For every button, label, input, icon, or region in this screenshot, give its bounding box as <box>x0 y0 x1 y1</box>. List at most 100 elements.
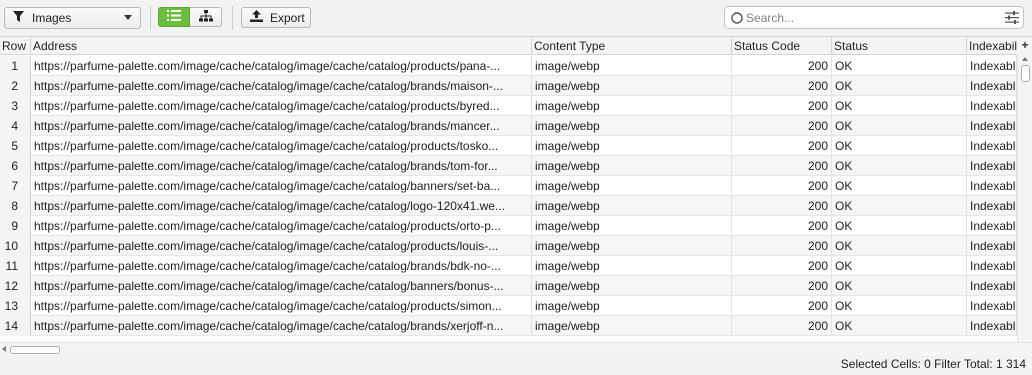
cell-address[interactable]: https://parfume-palette.com/image/cache/… <box>31 256 532 276</box>
cell-status[interactable]: OK <box>832 256 967 276</box>
table-row[interactable]: 12 https://parfume-palette.com/image/cach… <box>0 276 1017 296</box>
cell-status[interactable]: OK <box>832 196 967 216</box>
column-header-content-type[interactable]: Content Type <box>532 37 732 55</box>
table-row[interactable]: 11 https://parfume-palette.com/image/cach… <box>0 256 1017 276</box>
cell-content-type[interactable]: image/webp <box>532 256 732 276</box>
cell-status[interactable]: OK <box>832 216 967 236</box>
cell-content-type[interactable]: image/webp <box>532 216 732 236</box>
table-row[interactable]: 14 https://parfume-palette.com/image/cach… <box>0 316 1017 336</box>
export-button[interactable]: Export <box>241 7 311 28</box>
list-view-button[interactable] <box>158 7 190 27</box>
cell-status-code[interactable]: 200 <box>732 316 832 336</box>
table-row[interactable]: 9 https://parfume-palette.com/image/cache… <box>0 216 1017 236</box>
cell-status[interactable]: OK <box>832 96 967 116</box>
horizontal-scrollbar[interactable] <box>0 342 1032 356</box>
scroll-left-arrow-icon[interactable] <box>2 346 6 352</box>
cell-indexability[interactable]: Indexabl <box>967 56 1017 76</box>
cell-indexability[interactable]: Indexabl <box>967 136 1017 156</box>
cell-row-number[interactable]: 4 <box>0 116 31 136</box>
cell-row-number[interactable]: 3 <box>0 96 31 116</box>
cell-status[interactable]: OK <box>832 176 967 196</box>
cell-content-type[interactable]: image/webp <box>532 176 732 196</box>
cell-status-code[interactable]: 200 <box>732 136 832 156</box>
cell-row-number[interactable]: 10 <box>0 236 31 256</box>
cell-indexability[interactable]: Indexabl <box>967 116 1017 136</box>
cell-address[interactable]: https://parfume-palette.com/image/cache/… <box>31 116 532 136</box>
cell-row-number[interactable]: 13 <box>0 296 31 316</box>
table-row[interactable]: 1 https://parfume-palette.com/image/cache… <box>0 56 1017 76</box>
cell-address[interactable]: https://parfume-palette.com/image/cache/… <box>31 136 532 156</box>
column-header-indexability[interactable]: Indexabil <box>967 37 1017 55</box>
cell-indexability[interactable]: Indexabl <box>967 276 1017 296</box>
cell-address[interactable]: https://parfume-palette.com/image/cache/… <box>31 196 532 216</box>
cell-status-code[interactable]: 200 <box>732 56 832 76</box>
cell-content-type[interactable]: image/webp <box>532 236 732 256</box>
cell-indexability[interactable]: Indexabl <box>967 196 1017 216</box>
cell-status-code[interactable]: 200 <box>732 196 832 216</box>
cell-address[interactable]: https://parfume-palette.com/image/cache/… <box>31 236 532 256</box>
cell-address[interactable]: https://parfume-palette.com/image/cache/… <box>31 276 532 296</box>
cell-indexability[interactable]: Indexabl <box>967 176 1017 196</box>
column-header-row[interactable]: Row <box>0 37 31 55</box>
cell-status-code[interactable]: 200 <box>732 256 832 276</box>
search-settings-icon[interactable] <box>1005 11 1019 27</box>
cell-row-number[interactable]: 2 <box>0 76 31 96</box>
cell-address[interactable]: https://parfume-palette.com/image/cache/… <box>31 316 532 336</box>
cell-address[interactable]: https://parfume-palette.com/image/cache/… <box>31 156 532 176</box>
column-header-status[interactable]: Status <box>832 37 967 55</box>
search-box[interactable] <box>724 6 1024 29</box>
cell-address[interactable]: https://parfume-palette.com/image/cache/… <box>31 96 532 116</box>
cell-status-code[interactable]: 200 <box>732 176 832 196</box>
cell-address[interactable]: https://parfume-palette.com/image/cache/… <box>31 76 532 96</box>
column-header-address[interactable]: Address <box>31 37 532 55</box>
cell-status[interactable]: OK <box>832 236 967 256</box>
cell-indexability[interactable]: Indexabl <box>967 236 1017 256</box>
cell-row-number[interactable]: 14 <box>0 316 31 336</box>
cell-row-number[interactable]: 6 <box>0 156 31 176</box>
cell-status-code[interactable]: 200 <box>732 76 832 96</box>
cell-indexability[interactable]: Indexabl <box>967 316 1017 336</box>
scroll-up-arrow-icon[interactable] <box>1022 57 1028 61</box>
cell-row-number[interactable]: 1 <box>0 56 31 76</box>
table-row[interactable]: 2 https://parfume-palette.com/image/cache… <box>0 76 1017 96</box>
cell-status-code[interactable]: 200 <box>732 216 832 236</box>
cell-address[interactable]: https://parfume-palette.com/image/cache/… <box>31 216 532 236</box>
cell-content-type[interactable]: image/webp <box>532 316 732 336</box>
cell-status[interactable]: OK <box>832 56 967 76</box>
cell-indexability[interactable]: Indexabl <box>967 256 1017 276</box>
cell-indexability[interactable]: Indexabl <box>967 76 1017 96</box>
table-row[interactable]: 8 https://parfume-palette.com/image/cache… <box>0 196 1017 216</box>
cell-content-type[interactable]: image/webp <box>532 116 732 136</box>
vertical-scrollbar[interactable] <box>1017 55 1032 342</box>
cell-status[interactable]: OK <box>832 276 967 296</box>
cell-address[interactable]: https://parfume-palette.com/image/cache/… <box>31 296 532 316</box>
cell-content-type[interactable]: image/webp <box>532 56 732 76</box>
horizontal-scroll-thumb[interactable] <box>10 346 60 354</box>
cell-content-type[interactable]: image/webp <box>532 156 732 176</box>
cell-indexability[interactable]: Indexabl <box>967 156 1017 176</box>
cell-status-code[interactable]: 200 <box>732 296 832 316</box>
cell-status-code[interactable]: 200 <box>732 116 832 136</box>
table-row[interactable]: 6 https://parfume-palette.com/image/cache… <box>0 156 1017 176</box>
cell-row-number[interactable]: 9 <box>0 216 31 236</box>
tree-view-button[interactable] <box>190 7 222 27</box>
cell-content-type[interactable]: image/webp <box>532 276 732 296</box>
cell-status[interactable]: OK <box>832 116 967 136</box>
cell-status-code[interactable]: 200 <box>732 276 832 296</box>
cell-status[interactable]: OK <box>832 136 967 156</box>
cell-status-code[interactable]: 200 <box>732 96 832 116</box>
table-row[interactable]: 13 https://parfume-palette.com/image/cach… <box>0 296 1017 316</box>
cell-content-type[interactable]: image/webp <box>532 296 732 316</box>
table-row[interactable]: 5 https://parfume-palette.com/image/cache… <box>0 136 1017 156</box>
cell-status[interactable]: OK <box>832 296 967 316</box>
cell-status[interactable]: OK <box>832 156 967 176</box>
column-header-status-code[interactable]: Status Code <box>732 37 832 55</box>
cell-indexability[interactable]: Indexabl <box>967 216 1017 236</box>
cell-content-type[interactable]: image/webp <box>532 136 732 156</box>
cell-address[interactable]: https://parfume-palette.com/image/cache/… <box>31 56 532 76</box>
table-row[interactable]: 10 https://parfume-palette.com/image/cach… <box>0 236 1017 256</box>
vertical-scroll-thumb[interactable] <box>1021 65 1030 82</box>
cell-content-type[interactable]: image/webp <box>532 76 732 96</box>
table-row[interactable]: 4 https://parfume-palette.com/image/cache… <box>0 116 1017 136</box>
cell-status-code[interactable]: 200 <box>732 236 832 256</box>
